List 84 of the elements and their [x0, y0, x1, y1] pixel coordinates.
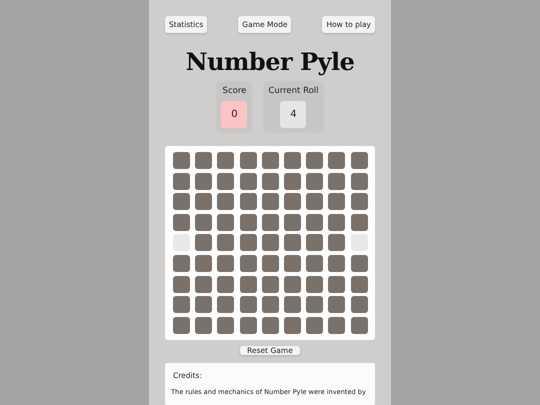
board-tile[interactable]	[173, 214, 190, 231]
board-tile[interactable]	[262, 214, 279, 231]
board-tile[interactable]	[284, 296, 301, 314]
board-tile[interactable]	[306, 172, 324, 190]
board-tile[interactable]	[328, 172, 346, 190]
board-tile[interactable]	[217, 276, 234, 293]
board-tile[interactable]	[173, 276, 190, 293]
board-tile[interactable]	[195, 316, 212, 334]
board-tile[interactable]	[240, 234, 257, 252]
board-tile[interactable]	[284, 172, 301, 190]
board-tile[interactable]	[284, 214, 301, 231]
board-tile[interactable]	[284, 234, 301, 252]
board-tile[interactable]	[306, 214, 324, 231]
board-tile[interactable]	[328, 234, 346, 252]
board-tile[interactable]	[306, 152, 324, 169]
board-tile[interactable]	[217, 193, 234, 210]
board-tile[interactable]	[217, 296, 234, 314]
board-tile[interactable]	[262, 193, 279, 210]
board-tile[interactable]	[350, 296, 368, 314]
board-tile[interactable]	[240, 276, 257, 293]
board-tile[interactable]	[195, 296, 212, 314]
board-tile[interactable]	[350, 193, 368, 210]
board-tile[interactable]	[350, 152, 368, 169]
board-tile[interactable]	[217, 214, 234, 231]
roll-label: Current Roll	[268, 85, 319, 97]
board-tile[interactable]	[306, 254, 324, 272]
board-tile[interactable]	[350, 172, 368, 190]
board-tile[interactable]	[217, 254, 234, 272]
board-tile[interactable]	[173, 316, 190, 334]
board-tile[interactable]	[173, 296, 190, 314]
board-tile[interactable]	[195, 214, 212, 231]
board-tile[interactable]	[350, 214, 368, 231]
board-tile[interactable]	[240, 152, 257, 169]
board-tile[interactable]	[217, 152, 234, 169]
board-tile[interactable]	[350, 316, 368, 334]
board-tile[interactable]	[262, 276, 279, 293]
board-tile[interactable]	[350, 254, 368, 272]
board-tile[interactable]	[195, 193, 212, 210]
board-tile[interactable]	[173, 152, 190, 169]
board-tile[interactable]	[350, 276, 368, 293]
board-tile[interactable]	[262, 296, 279, 314]
board-tile[interactable]	[262, 254, 279, 272]
board-tile[interactable]	[195, 254, 212, 272]
board-tile[interactable]	[240, 172, 257, 190]
board-tile[interactable]	[306, 296, 324, 314]
board-tile[interactable]	[328, 316, 346, 334]
board-tile[interactable]	[195, 172, 212, 190]
board-tile[interactable]	[306, 234, 324, 252]
board-tile[interactable]	[328, 152, 346, 169]
roll-value: 4	[280, 101, 306, 128]
board-tile[interactable]	[284, 193, 301, 210]
board-tile[interactable]	[284, 316, 301, 334]
board-tile[interactable]	[173, 193, 190, 210]
board-tile[interactable]	[195, 276, 212, 293]
board-tile[interactable]	[173, 172, 190, 190]
board-tile[interactable]	[328, 193, 346, 210]
board-tile[interactable]	[284, 254, 301, 272]
game-title: Number Pyle	[186, 48, 354, 76]
board-tile[interactable]	[217, 234, 234, 252]
board-tile[interactable]	[328, 276, 346, 293]
score-label: Score	[222, 85, 246, 97]
board-tile[interactable]	[240, 296, 257, 314]
board-tile[interactable]	[328, 214, 346, 231]
board-tile[interactable]	[328, 296, 346, 314]
board-tile[interactable]	[262, 152, 279, 169]
board-tile[interactable]	[217, 172, 234, 190]
board-tile[interactable]	[284, 276, 301, 293]
board-tile[interactable]	[195, 234, 212, 252]
board-tile[interactable]	[195, 152, 212, 169]
board-tile[interactable]	[173, 254, 190, 272]
board-tile[interactable]	[284, 152, 301, 169]
board-tile[interactable]	[217, 316, 234, 334]
board-tile[interactable]	[240, 193, 257, 210]
board-tile[interactable]	[262, 172, 279, 190]
board-tile[interactable]	[306, 276, 324, 293]
board-tile[interactable]	[240, 254, 257, 272]
board-tile[interactable]	[306, 193, 324, 210]
board-tile[interactable]	[240, 214, 257, 231]
board-tile[interactable]	[262, 234, 279, 252]
score-value: 0	[221, 101, 248, 128]
board-tile[interactable]	[306, 316, 324, 334]
board-tile[interactable]	[262, 316, 279, 334]
board-tile[interactable]	[240, 316, 257, 334]
board-tile[interactable]	[328, 254, 346, 272]
